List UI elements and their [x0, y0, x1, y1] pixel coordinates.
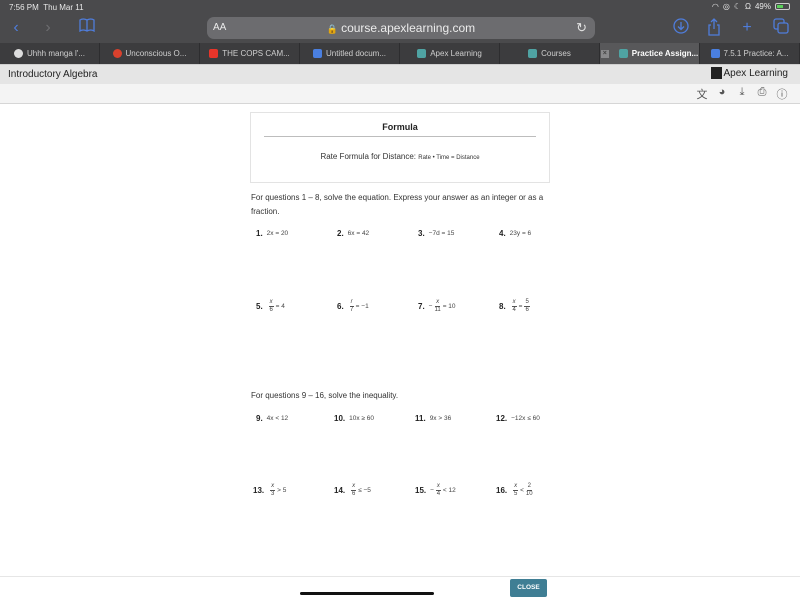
bottom-bar	[0, 576, 800, 600]
question-3: 3. −7d = 15	[418, 228, 455, 238]
formula-equation: Rate • Time = Distance	[418, 155, 480, 161]
tab-youtube[interactable]: THE COPS CAM...	[200, 43, 300, 64]
question-row: 1. 2x = 20 2. 6x = 42 3. −7d = 15 4. 23y = 6	[250, 223, 550, 243]
question-13: 13. x 3 > 5	[253, 482, 287, 497]
question-1: 1. 2x = 20	[256, 228, 289, 238]
close-tab-icon[interactable]: ×	[600, 49, 609, 58]
print-icon[interactable]: ⎙	[756, 86, 768, 102]
apex-logo: Apex Learning	[710, 67, 788, 79]
wifi-icon: ◠	[711, 2, 719, 11]
browser-toolbar: ‹ › AA 🔒 course.apexlearning.com ↻ +	[0, 14, 800, 42]
lock-icon: 🔒	[326, 24, 339, 34]
question-14: 14. x 6 ≤ −5	[334, 482, 371, 497]
question-9: 9. 4x < 12	[256, 413, 289, 423]
translate-icon[interactable]: 文	[696, 86, 708, 102]
question-2: 2. 6x = 42	[337, 228, 370, 238]
tab-practice-assignment[interactable]: × Practice Assign...	[600, 43, 700, 64]
apex-icon	[528, 49, 538, 58]
address-bar[interactable]: AA 🔒 course.apexlearning.com ↻	[207, 17, 595, 39]
question-15: 15. − x 4 < 12	[415, 482, 456, 497]
question-8: 8. x 4 = 5 6	[499, 298, 530, 313]
reddit-icon	[13, 49, 23, 58]
question-16: 16. x 5 <2 10	[496, 482, 533, 497]
formula-title: Formula	[382, 122, 418, 132]
bookmarks-icon[interactable]	[77, 18, 97, 38]
tab-unconscious[interactable]: Unconscious O...	[100, 43, 200, 64]
status-time: 7:56 PM Thu Mar 11	[9, 3, 84, 12]
status-indicators: ◠ ◎ ☾ Ω 49%	[712, 2, 790, 11]
question-row: 5. x 6 = 4 6. r 7 = −1 7. − x 11 = 10 8. x 4 = 5 6	[250, 296, 550, 316]
reload-icon[interactable]: ↻	[576, 20, 587, 36]
tab-practice-doc[interactable]: 7.5.1 Practice: A...	[700, 43, 800, 64]
formula-text: Rate Formula for Distance: Rate • Time =…	[320, 152, 480, 161]
tab-untitled-doc[interactable]: Untitled docum...	[300, 43, 400, 64]
close-button[interactable]: CLOSE	[510, 579, 547, 597]
tab-bar: Uhhh manga l'... Unconscious O... THE CO…	[0, 43, 800, 64]
instructions-equations: For questions 1 – 8, solve the equation.…	[251, 193, 544, 216]
tab-courses[interactable]: Courses	[500, 43, 600, 64]
question-6: 6. r 7 = −1	[337, 298, 369, 313]
browser-chrome: 7:56 PM Thu Mar 11 ◠ ◎ ☾ Ω 49% ‹ › AA 🔒 c…	[0, 0, 800, 65]
forward-button[interactable]: ›	[38, 18, 58, 38]
skull-icon	[112, 49, 122, 58]
question-5: 5. x 6 = 4	[256, 298, 285, 313]
battery-icon	[775, 3, 790, 10]
tab-apex-learning[interactable]: Apex Learning	[400, 43, 500, 64]
home-indicator[interactable]	[300, 592, 434, 595]
share-button[interactable]	[704, 18, 724, 38]
tools-bar: 文 ◕ ⤓ ⎙ ⓘ	[0, 84, 800, 104]
apex-logo-icon	[710, 67, 722, 79]
formula-box: Formula Rate Formula for Distance: Rate …	[250, 112, 550, 183]
docs-icon	[710, 49, 720, 58]
url-text: course.apexlearning.com	[341, 21, 476, 35]
tab-reddit[interactable]: Uhhh manga l'...	[0, 43, 100, 64]
apex-icon	[417, 49, 427, 58]
help-icon[interactable]: ⓘ	[776, 86, 788, 102]
docs-icon	[312, 49, 322, 58]
question-4: 4. 23y = 6	[499, 228, 532, 238]
divider	[264, 136, 536, 137]
status-bar: 7:56 PM Thu Mar 11 ◠ ◎ ☾ Ω 49%	[0, 0, 800, 14]
course-title: Introductory Algebra	[8, 69, 98, 80]
battery-percent: 49%	[754, 2, 771, 11]
headphones-icon: Ω	[745, 2, 751, 11]
download-button[interactable]	[671, 18, 691, 38]
question-row: 13. x 3 > 5 14. x 6 ≤ −5 15. − x 4 < 12 16. x 5 <2 10	[250, 480, 550, 500]
apex-icon	[618, 49, 628, 58]
question-11: 11. 9x > 36	[415, 413, 452, 423]
new-tab-button[interactable]: +	[737, 18, 757, 38]
course-header: Introductory Algebra Apex Learning	[0, 64, 800, 84]
moon-icon: ☾	[733, 2, 741, 11]
question-10: 10. 10x ≥ 60	[334, 413, 375, 423]
question-7: 7. − x 11 = 10	[418, 298, 456, 313]
download-icon[interactable]: ⤓	[736, 86, 748, 102]
back-button[interactable]: ‹	[6, 18, 26, 38]
tabs-overview-button[interactable]	[771, 18, 791, 38]
youtube-icon	[209, 49, 219, 58]
read-aloud-icon[interactable]: ◕	[716, 86, 728, 102]
instructions-inequalities: For questions 9 – 16, solve the inequali…	[251, 391, 399, 400]
question-12: 12. −12x ≤ 60	[496, 413, 540, 423]
orientation-lock-icon: ◎	[722, 2, 730, 11]
question-row: 9. 4x < 12 10. 10x ≥ 60 11. 9x > 36 12. −12x…	[250, 408, 550, 428]
